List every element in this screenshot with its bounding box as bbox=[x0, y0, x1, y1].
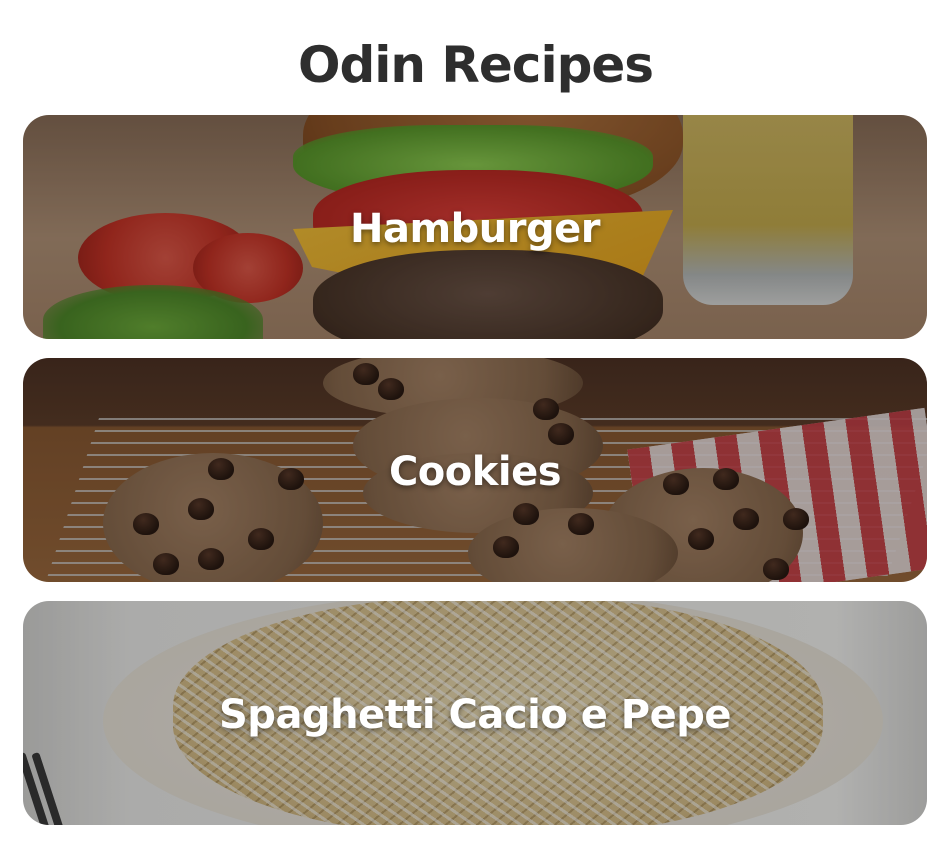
recipe-card-cookies[interactable]: Cookies bbox=[23, 358, 927, 582]
page-title: Odin Recipes bbox=[297, 36, 654, 94]
recipe-card-spaghetti-cacio-e-pepe[interactable]: Spaghetti Cacio e Pepe bbox=[23, 601, 927, 825]
recipe-card-hamburger[interactable]: Hamburger bbox=[23, 115, 927, 339]
recipe-list: Hamburger Cookies Spaghetti Cacio e Pepe bbox=[23, 115, 927, 844]
recipe-title-spaghetti-cacio-e-pepe: Spaghetti Cacio e Pepe bbox=[219, 692, 732, 738]
recipe-title-hamburger: Hamburger bbox=[350, 206, 600, 252]
recipe-title-cookies: Cookies bbox=[388, 449, 562, 495]
